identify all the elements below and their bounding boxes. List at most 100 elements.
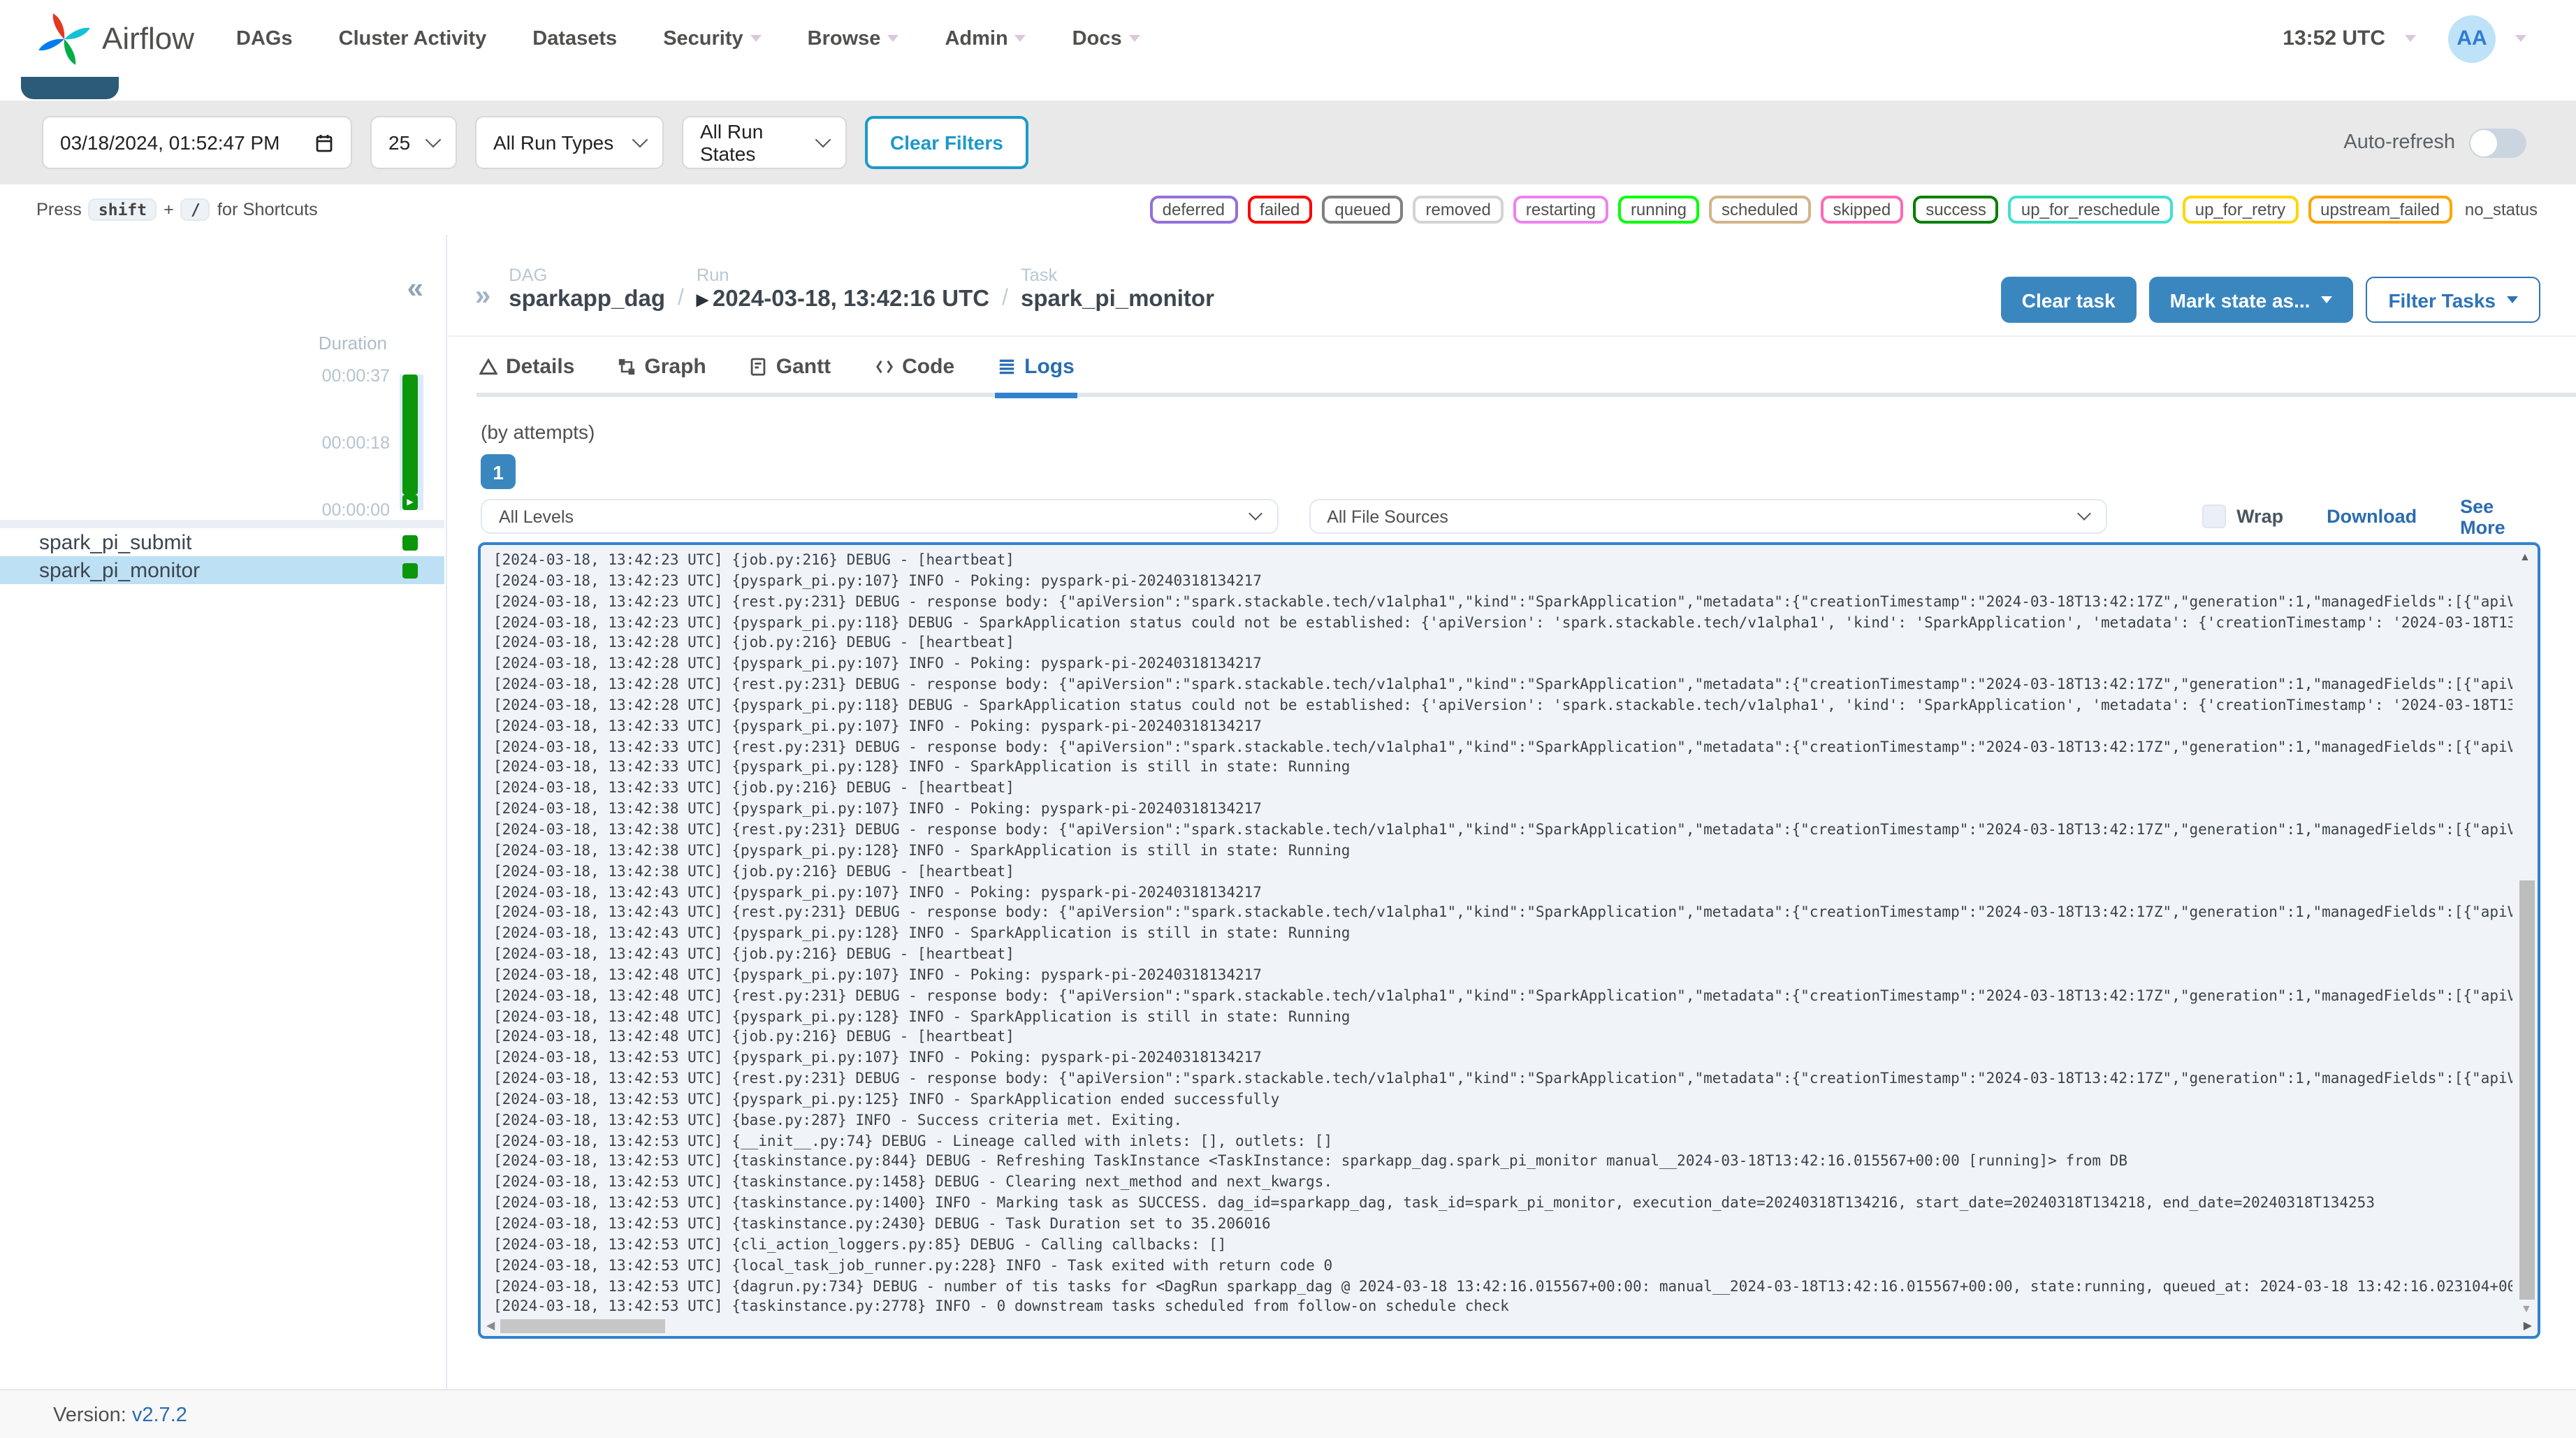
tab-graph[interactable]: Graph xyxy=(615,352,708,393)
task-row-spark-pi-monitor[interactable]: spark_pi_monitor xyxy=(0,556,444,584)
vertical-scrollbar-thumb[interactable] xyxy=(2519,880,2535,1300)
code-icon xyxy=(875,360,893,374)
scroll-up-icon[interactable]: ▲ xyxy=(2519,551,2531,563)
state-badge-restarting[interactable]: restarting xyxy=(1513,196,1608,224)
vertical-scrollbar[interactable]: ▲ ▼ xyxy=(2517,545,2538,1318)
scroll-down-icon[interactable]: ▼ xyxy=(2521,1302,2532,1315)
nav-item-security[interactable]: Security xyxy=(663,27,762,50)
state-badge-scheduled[interactable]: scheduled xyxy=(1709,196,1811,224)
version-link[interactable]: v2.7.2 xyxy=(132,1404,187,1427)
nav-item-browse[interactable]: Browse xyxy=(808,27,899,50)
breadcrumb-run-value[interactable]: ▶ 2024-03-18, 13:42:16 UTC xyxy=(697,286,989,313)
state-badge-upstream-failed[interactable]: upstream_failed xyxy=(2308,196,2452,224)
duration-tick-mid: 00:00:18 xyxy=(321,433,390,453)
key-slash: / xyxy=(180,198,210,221)
state-badge-success[interactable]: success xyxy=(1913,196,1999,224)
toggle-knob xyxy=(2471,129,2497,156)
play-icon: ▶ xyxy=(696,292,708,309)
chevron-down-icon xyxy=(2507,296,2518,303)
log-line: [2024-03-18, 13:42:33 UTC] {pyspark_pi.p… xyxy=(493,759,1351,776)
attempt-1-button[interactable]: 1 xyxy=(481,454,516,489)
breadcrumb-dag-label: DAG xyxy=(509,266,548,285)
manual-run-marker[interactable]: ▶ xyxy=(402,495,418,510)
run-states-select[interactable]: All Run States xyxy=(682,116,847,169)
duration-axis-label: Duration xyxy=(318,333,387,354)
nav-item-datasets[interactable]: Datasets xyxy=(532,27,617,50)
double-chevron-right-icon[interactable]: » xyxy=(475,280,490,312)
wrap-label: Wrap xyxy=(2236,506,2284,527)
run-types-select[interactable]: All Run Types xyxy=(475,116,664,169)
chevron-down-icon xyxy=(2077,507,2092,521)
log-line: [2024-03-18, 13:42:53 UTC] {taskinstance… xyxy=(493,1153,2127,1170)
log-line: [2024-03-18, 13:42:33 UTC] {pyspark_pi.p… xyxy=(493,718,1262,735)
state-badge-queued[interactable]: queued xyxy=(1322,196,1404,224)
log-line: [2024-03-18, 13:42:53 UTC] {cli_action_l… xyxy=(493,1236,1227,1254)
file-source-select[interactable]: All File Sources xyxy=(1309,499,2108,534)
task-actions: Clear task Mark state as... Filter Tasks xyxy=(2000,277,2540,323)
collapse-sidebar-button[interactable]: « xyxy=(407,274,423,303)
nav-item-dags[interactable]: DAGs xyxy=(236,27,293,50)
tab-gantt[interactable]: Gantt xyxy=(747,352,834,393)
mark-state-button[interactable]: Mark state as... xyxy=(2148,277,2354,323)
log-line: [2024-03-18, 13:42:38 UTC] {job.py:216} … xyxy=(493,863,1014,880)
log-line: [2024-03-18, 13:42:28 UTC] {pyspark_pi.p… xyxy=(493,655,1262,673)
breadcrumb-task-value[interactable]: spark_pi_monitor xyxy=(1021,286,1214,313)
main-menu: DAGs Cluster Activity Datasets Security … xyxy=(236,27,1140,50)
airflow-brand[interactable]: Airflow xyxy=(36,9,194,68)
nav-item-admin[interactable]: Admin xyxy=(945,27,1026,50)
horizontal-scrollbar-thumb[interactable] xyxy=(500,1319,665,1333)
filter-tasks-button[interactable]: Filter Tasks xyxy=(2366,277,2540,323)
dag-run-duration-bar[interactable] xyxy=(402,375,418,495)
state-badge-removed[interactable]: removed xyxy=(1413,196,1504,224)
scroll-right-icon[interactable]: ▶ xyxy=(2524,1319,2532,1332)
auto-refresh-toggle[interactable] xyxy=(2469,128,2526,157)
shortcut-row: Press shift + / for Shortcuts deferred f… xyxy=(0,184,2576,235)
state-badge-failed[interactable]: failed xyxy=(1247,196,1313,224)
state-badge-up-for-reschedule[interactable]: up_for_reschedule xyxy=(2008,196,2173,224)
log-line: [2024-03-18, 13:42:53 UTC] {pyspark_pi.p… xyxy=(493,1050,1262,1067)
clear-filters-button[interactable]: Clear Filters xyxy=(865,116,1028,169)
task-row-spark-pi-submit[interactable]: spark_pi_submit xyxy=(0,528,444,556)
log-line: [2024-03-18, 13:42:43 UTC] {pyspark_pi.p… xyxy=(493,884,1262,901)
nav-item-cluster-activity[interactable]: Cluster Activity xyxy=(339,27,487,50)
tab-logs[interactable]: Logs xyxy=(995,352,1077,398)
log-line: [2024-03-18, 13:42:33 UTC] {job.py:216} … xyxy=(493,780,1014,797)
log-line: [2024-03-18, 13:42:28 UTC] {rest.py:231}… xyxy=(493,676,2512,694)
state-legend: deferred failed queued removed restartin… xyxy=(1149,196,2540,224)
tab-code[interactable]: Code xyxy=(871,352,957,393)
log-line: [2024-03-18, 13:42:48 UTC] {pyspark_pi.p… xyxy=(493,1008,1351,1026)
breadcrumb-dag-value[interactable]: sparkapp_dag xyxy=(509,286,665,313)
nav-item-docs[interactable]: Docs xyxy=(1072,27,1140,50)
scroll-left-icon[interactable]: ◀ xyxy=(486,1319,495,1332)
horizontal-scrollbar[interactable]: ◀ ▶ xyxy=(483,1318,2532,1335)
base-date-input[interactable]: 03/18/2024, 01:52:47 PM xyxy=(42,116,352,169)
log-line: [2024-03-18, 13:42:53 UTC] {taskinstance… xyxy=(493,1174,1333,1191)
calendar-icon[interactable] xyxy=(314,133,334,152)
grid-button-partial[interactable] xyxy=(21,77,119,99)
shortcuts-hint-press: Press xyxy=(36,200,82,219)
state-badge-no-status: no_status xyxy=(2461,198,2540,221)
task-instance-square-success[interactable] xyxy=(402,562,418,578)
chevron-down-icon[interactable] xyxy=(2515,35,2526,42)
log-level-select[interactable]: All Levels xyxy=(481,499,1279,534)
task-instance-square-success[interactable] xyxy=(402,535,418,550)
log-line: [2024-03-18, 13:42:53 UTC] {pyspark_pi.p… xyxy=(493,1091,1280,1108)
log-line: [2024-03-18, 13:42:23 UTC] {job.py:216} … xyxy=(493,552,1014,569)
log-panel[interactable]: [2024-03-18, 13:42:23 UTC] {job.py:216} … xyxy=(478,542,2540,1339)
clear-task-button[interactable]: Clear task xyxy=(2000,277,2137,323)
chevron-down-icon xyxy=(425,131,442,148)
tab-details[interactable]: Details xyxy=(476,352,577,393)
utc-clock[interactable]: 13:52 UTC xyxy=(2283,27,2385,50)
log-line: [2024-03-18, 13:42:48 UTC] {pyspark_pi.p… xyxy=(493,966,1262,984)
state-badge-running[interactable]: running xyxy=(1617,196,1699,224)
download-link[interactable]: Download xyxy=(2327,506,2417,527)
footer: Version: v2.7.2 xyxy=(0,1389,2576,1438)
see-more-link[interactable]: See More xyxy=(2460,495,2540,537)
state-badge-deferred[interactable]: deferred xyxy=(1149,196,1238,224)
state-badge-skipped[interactable]: skipped xyxy=(1820,196,1904,224)
page-size-select[interactable]: 25 xyxy=(370,116,457,169)
state-badge-up-for-retry[interactable]: up_for_retry xyxy=(2182,196,2299,224)
wrap-checkbox[interactable] xyxy=(2202,504,2226,528)
avatar[interactable]: AA xyxy=(2448,15,2496,62)
chevron-down-icon[interactable] xyxy=(2405,35,2416,42)
